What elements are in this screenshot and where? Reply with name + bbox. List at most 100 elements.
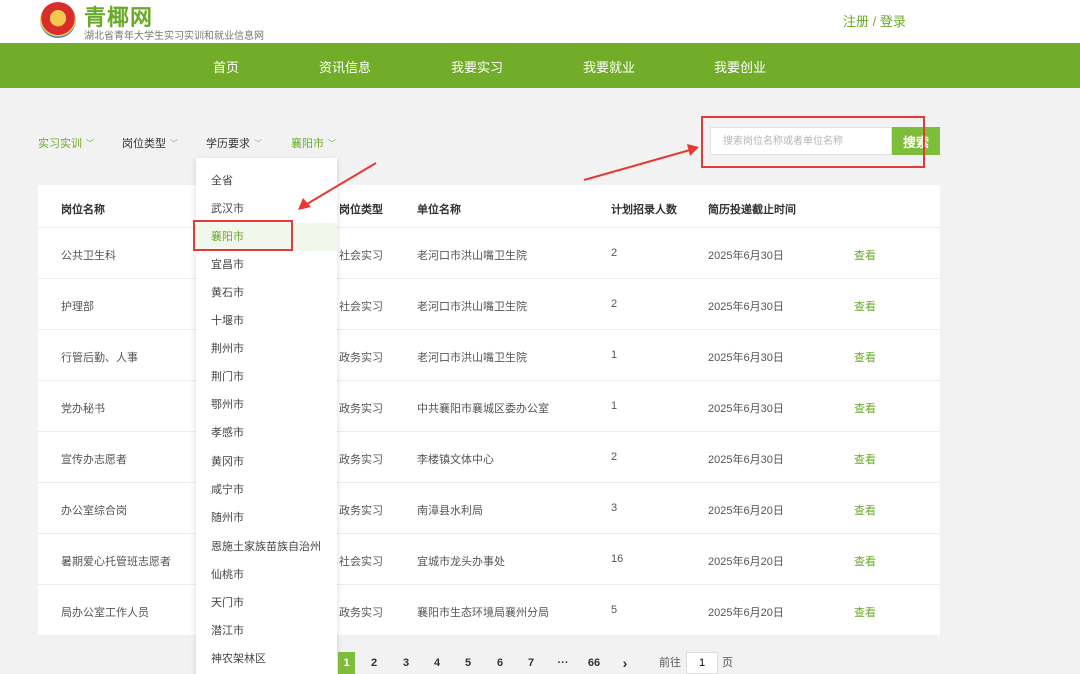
cell-deadline: 2025年6月30日 [708,301,784,313]
city-option[interactable]: 神农架林区 [196,645,337,673]
city-option[interactable]: 随州市 [196,504,337,532]
chevron-down-icon: ﹀ [86,139,94,148]
goto-page-input[interactable] [686,652,718,674]
view-link[interactable]: 查看 [854,400,876,416]
main-nav: 首页 资讯信息 我要实习 我要就业 我要创业 [0,43,1080,88]
goto-prefix: 前往 [659,657,681,669]
cell-deadline: 2025年6月30日 [708,403,784,415]
page-5-button[interactable]: 5 [462,652,474,674]
city-option[interactable]: 宜昌市 [196,251,337,279]
cell-job-type: 政务实习 [339,352,383,364]
cell-job-type: 政务实习 [339,505,383,517]
next-page-icon[interactable]: › [619,652,631,674]
cell-job-type: 政务实习 [339,403,383,415]
page-1-button[interactable]: 1 [338,652,355,674]
top-header: 青椰网 湖北省青年大学生实习实训和就业信息网 注册 / 登录 [0,0,1080,43]
nav-employment[interactable]: 我要就业 [583,57,635,76]
table-row[interactable]: 护理部 社会实习 老河口市洪山嘴卫生院 2 2025年6月30日 查看 [38,278,940,329]
nav-news[interactable]: 资讯信息 [319,57,371,76]
table-row[interactable]: 局办公室工作人员 政务实习 襄阳市生态环境局襄州分局 5 2025年6月20日 … [38,584,940,635]
filter-city[interactable]: 襄阳市 ﹀ [291,135,336,151]
table-row[interactable]: 办公室综合岗 政务实习 南漳县水利局 3 2025年6月20日 查看 [38,482,940,533]
nav-startup[interactable]: 我要创业 [714,57,766,76]
cell-plan-count: 2 [611,247,618,259]
view-link[interactable]: 查看 [854,451,876,467]
cell-job-type: 政务实习 [339,607,383,619]
cell-plan-count: 1 [611,349,618,361]
cell-deadline: 2025年6月20日 [708,556,784,568]
page-7-button[interactable]: 7 [525,652,537,674]
cell-deadline: 2025年6月30日 [708,454,784,466]
cell-job-name: 办公室综合岗 [61,505,127,517]
city-option[interactable]: 恩施土家族苗族自治州 [196,533,337,561]
page-4-button[interactable]: 4 [431,652,443,674]
filter-city-label: 襄阳市 [291,138,324,150]
page-ellipsis-button[interactable]: ··· [554,652,572,674]
youth-league-logo-icon[interactable] [40,2,76,38]
city-option[interactable]: 荆州市 [196,335,337,363]
view-link[interactable]: 查看 [854,298,876,314]
city-option[interactable]: 仙桃市 [196,561,337,589]
cell-org-name: 老河口市洪山嘴卫生院 [417,352,527,364]
city-option[interactable]: 十堰市 [196,307,337,335]
filter-education[interactable]: 学历要求 ﹀ [206,135,262,151]
table-row[interactable]: 宣传办志愿者 政务实习 李楼镇文体中心 2 2025年6月30日 查看 [38,431,940,482]
cell-job-name: 暑期爱心托管班志愿者 [61,556,171,568]
arrow-to-search [583,149,691,181]
cell-job-type: 社会实习 [339,250,383,262]
city-highlight-box [193,220,293,251]
cell-plan-count: 16 [611,553,624,565]
filter-job-type[interactable]: 岗位类型 ﹀ [122,135,178,151]
goto-suffix: 页 [722,657,733,669]
city-option[interactable]: 孝感市 [196,419,337,447]
cell-job-type: 政务实习 [339,454,383,466]
chevron-down-icon: ﹀ [170,139,178,148]
page-3-button[interactable]: 3 [400,652,412,674]
header-deadline: 简历投递截止时间 [708,204,796,216]
nav-home[interactable]: 首页 [213,57,239,76]
cell-job-name: 党办秘书 [61,403,105,415]
city-option[interactable]: 潜江市 [196,617,337,645]
city-option[interactable]: 荆门市 [196,363,337,391]
city-option[interactable]: 鄂州市 [196,391,337,419]
city-option[interactable]: 咸宁市 [196,476,337,504]
chevron-down-icon: ﹀ [254,139,262,148]
page-66-button[interactable]: 66 [586,652,602,674]
table-row[interactable]: 行管后勤、人事 政务实习 老河口市洪山嘴卫生院 1 2025年6月30日 查看 [38,329,940,380]
filter-category[interactable]: 实习实训 ﹀ [38,135,94,151]
city-option[interactable]: 黄石市 [196,279,337,307]
cell-job-name: 护理部 [61,301,94,313]
view-link[interactable]: 查看 [854,553,876,569]
filter-education-label: 学历要求 [206,138,250,150]
table-row[interactable]: 党办秘书 政务实习 中共襄阳市襄城区委办公室 1 2025年6月30日 查看 [38,380,940,431]
view-link[interactable]: 查看 [854,349,876,365]
cell-org-name: 宜城市龙头办事处 [417,556,505,568]
header-job-type: 岗位类型 [339,204,383,216]
view-link[interactable]: 查看 [854,604,876,620]
cell-job-name: 局办公室工作人员 [61,607,149,619]
city-option[interactable]: 天门市 [196,589,337,617]
city-option[interactable]: 武汉市 [196,195,337,223]
cell-job-name: 宣传办志愿者 [61,454,127,466]
cell-org-name: 南漳县水利局 [417,505,483,517]
page-2-button[interactable]: 2 [368,652,380,674]
header-job-name: 岗位名称 [61,204,105,216]
view-link[interactable]: 查看 [854,502,876,518]
filter-category-label: 实习实训 [38,138,82,150]
cell-plan-count: 2 [611,451,618,463]
view-link[interactable]: 查看 [854,247,876,263]
city-option[interactable]: 全省 [196,167,337,195]
cell-org-name: 老河口市洪山嘴卫生院 [417,250,527,262]
header-org-name: 单位名称 [417,204,461,216]
header-plan-count: 计划招录人数 [611,204,677,216]
table-row[interactable]: 暑期爱心托管班志愿者 社会实习 宜城市龙头办事处 16 2025年6月20日 查… [38,533,940,584]
cell-job-name: 行管后勤、人事 [61,352,138,364]
pagination: 1 2 3 4 5 6 7 ··· 66 › 前往 页 [338,652,758,674]
table-row[interactable]: 公共卫生科 社会实习 老河口市洪山嘴卫生院 2 2025年6月30日 查看 [38,227,940,278]
city-option[interactable]: 黄冈市 [196,448,337,476]
cell-plan-count: 2 [611,298,618,310]
nav-internship[interactable]: 我要实习 [451,57,503,76]
register-login-link[interactable]: 注册 / 登录 [843,11,906,30]
search-highlight-box [701,116,925,168]
page-6-button[interactable]: 6 [494,652,506,674]
